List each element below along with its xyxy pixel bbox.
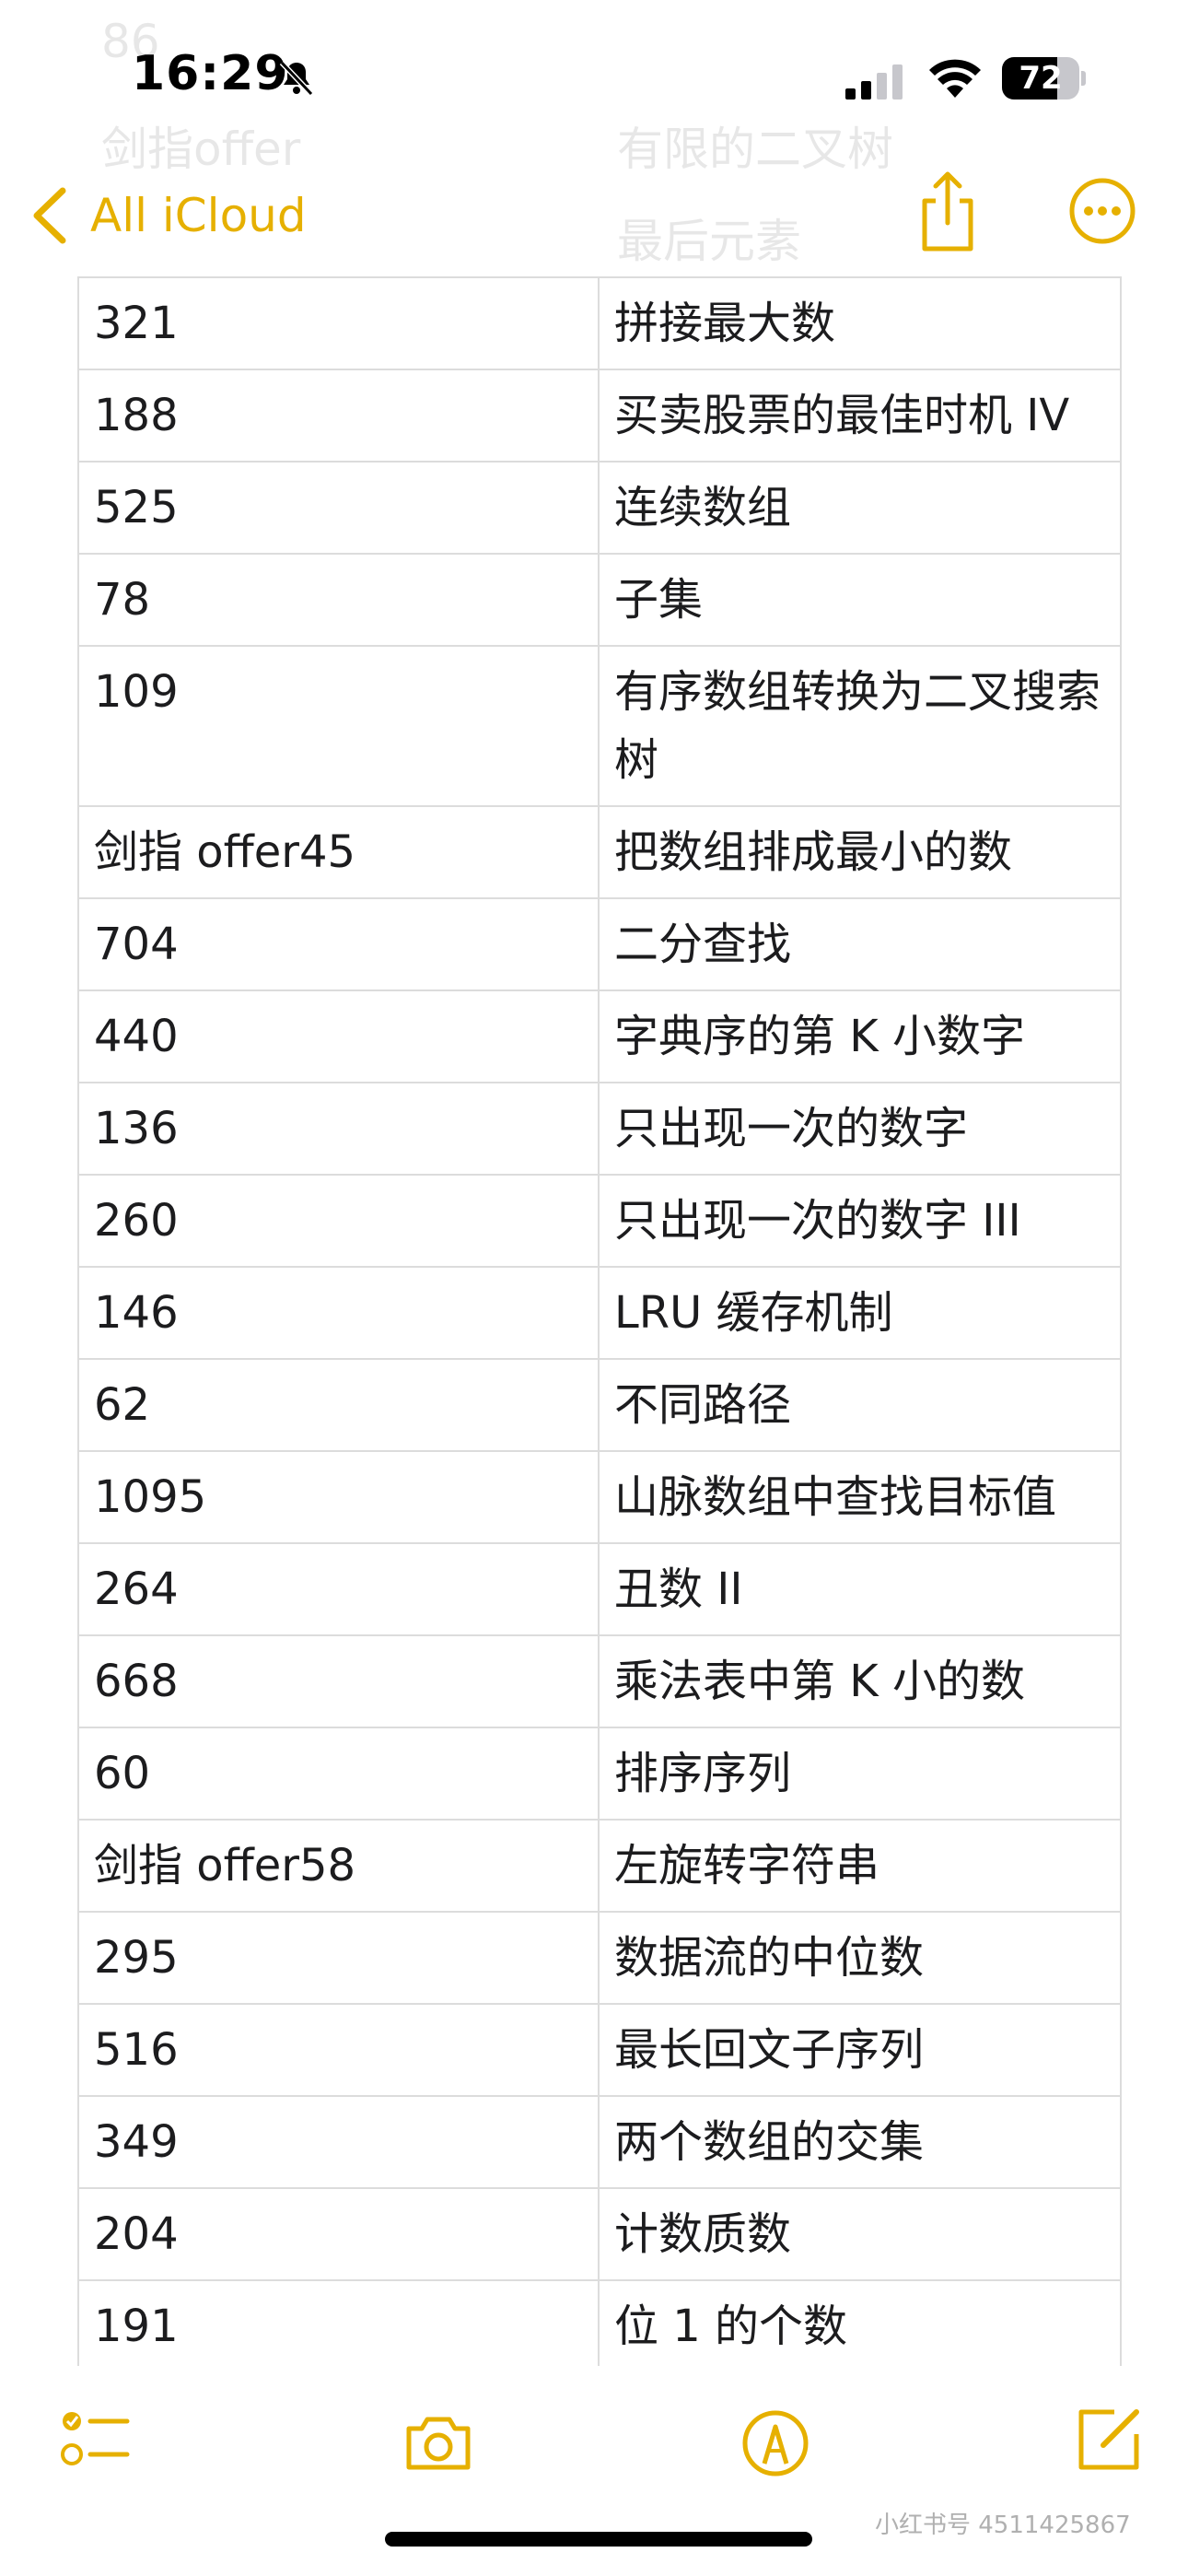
problem-number-cell[interactable]: 704 bbox=[77, 897, 600, 991]
problem-title-cell[interactable]: 拼接最大数 bbox=[597, 276, 1122, 370]
problem-number-cell[interactable]: 668 bbox=[77, 1634, 600, 1728]
problem-title-cell[interactable]: LRU 缓存机制 bbox=[597, 1266, 1122, 1360]
battery-indicator: 72 bbox=[1002, 57, 1087, 100]
problem-title-cell[interactable]: 字典序的第 K 小数字 bbox=[597, 989, 1122, 1083]
problem-title-cell[interactable]: 二分查找 bbox=[597, 897, 1122, 991]
problem-title-cell[interactable]: 计数质数 bbox=[597, 2187, 1122, 2281]
ghost-text: 86 bbox=[101, 15, 160, 68]
table-row[interactable]: 264 丑数 II bbox=[77, 1542, 1122, 1636]
table-row[interactable]: 136 只出现一次的数字 bbox=[77, 1082, 1122, 1176]
table-row[interactable]: 704 二分查找 bbox=[77, 897, 1122, 991]
camera-icon[interactable] bbox=[402, 2406, 475, 2480]
problem-title-cell[interactable]: 左旋转字符串 bbox=[597, 1819, 1122, 1913]
problem-number-cell[interactable]: 109 bbox=[77, 645, 600, 807]
cellular-signal-icon bbox=[845, 64, 903, 100]
table-row[interactable]: 1095 山脉数组中查找目标值 bbox=[77, 1450, 1122, 1544]
table-row[interactable]: 668 乘法表中第 K 小的数 bbox=[77, 1634, 1122, 1728]
problem-number-cell[interactable]: 264 bbox=[77, 1542, 600, 1636]
table-row[interactable]: 146 LRU 缓存机制 bbox=[77, 1266, 1122, 1360]
markup-icon[interactable] bbox=[739, 2406, 812, 2480]
problem-title-cell[interactable]: 把数组排成最小的数 bbox=[597, 805, 1122, 899]
problem-number-cell[interactable]: 136 bbox=[77, 1082, 600, 1176]
compose-icon[interactable] bbox=[1072, 2403, 1146, 2476]
note-table: 321 拼接最大数 188 买卖股票的最佳时机 IV 525 连续数组 78 子集 109 有序数… bbox=[77, 276, 1122, 2366]
problem-number-cell[interactable]: 440 bbox=[77, 989, 600, 1083]
problem-title-cell[interactable]: 乘法表中第 K 小的数 bbox=[597, 1634, 1122, 1728]
problem-title-cell[interactable]: 位 1 的个数 bbox=[597, 2279, 1122, 2366]
problem-title-cell[interactable]: 只出现一次的数字 III bbox=[597, 1174, 1122, 1268]
problem-number-cell[interactable]: 516 bbox=[77, 2003, 600, 2097]
problem-number-cell[interactable]: 188 bbox=[77, 369, 600, 463]
watermark: 小红书号 4511425867 bbox=[875, 2512, 1131, 2539]
problem-number-cell[interactable]: 62 bbox=[77, 1358, 600, 1452]
table-row[interactable]: 295 数据流的中位数 bbox=[77, 1911, 1122, 2005]
problem-number-cell[interactable]: 78 bbox=[77, 553, 600, 647]
share-icon[interactable] bbox=[917, 168, 978, 256]
problem-title-cell[interactable]: 不同路径 bbox=[597, 1358, 1122, 1452]
back-button[interactable]: All iCloud bbox=[29, 179, 307, 252]
problem-title-cell[interactable]: 买卖股票的最佳时机 IV bbox=[597, 369, 1122, 463]
problem-title-cell[interactable]: 连续数组 bbox=[597, 461, 1122, 555]
table-row[interactable]: 109 有序数组转换为二叉搜索树 bbox=[77, 645, 1122, 807]
problem-title-cell[interactable]: 有序数组转换为二叉搜索树 bbox=[597, 645, 1122, 807]
table-row[interactable]: 188 买卖股票的最佳时机 IV bbox=[77, 369, 1122, 463]
problem-title-cell[interactable]: 只出现一次的数字 bbox=[597, 1082, 1122, 1176]
checklist-icon[interactable] bbox=[59, 2406, 133, 2480]
silent-bell-icon bbox=[279, 60, 314, 97]
table-row[interactable]: 525 连续数组 bbox=[77, 461, 1122, 555]
navigation-bar: All iCloud bbox=[0, 157, 1188, 276]
table-row[interactable]: 260 只出现一次的数字 III bbox=[77, 1174, 1122, 1268]
problem-number-cell[interactable]: 349 bbox=[77, 2095, 600, 2189]
table-row[interactable]: 62 不同路径 bbox=[77, 1358, 1122, 1452]
table-row[interactable]: 78 子集 bbox=[77, 553, 1122, 647]
problem-title-cell[interactable]: 数据流的中位数 bbox=[597, 1911, 1122, 2005]
problem-number-cell[interactable]: 1095 bbox=[77, 1450, 600, 1544]
problem-title-cell[interactable]: 排序序列 bbox=[597, 1727, 1122, 1821]
table-row[interactable]: 440 字典序的第 K 小数字 bbox=[77, 989, 1122, 1083]
problem-number-cell[interactable]: 295 bbox=[77, 1911, 600, 2005]
table-row[interactable]: 191 位 1 的个数 bbox=[77, 2279, 1122, 2366]
note-table-container[interactable]: 321 拼接最大数 188 买卖股票的最佳时机 IV 525 连续数组 78 子集 109 有序数… bbox=[77, 276, 1122, 2366]
problem-title-cell[interactable]: 最长回文子序列 bbox=[597, 2003, 1122, 2097]
problem-number-cell[interactable]: 剑指 offer58 bbox=[77, 1819, 600, 1913]
problem-number-cell[interactable]: 191 bbox=[77, 2279, 600, 2366]
problem-number-cell[interactable]: 321 bbox=[77, 276, 600, 370]
problem-number-cell[interactable]: 60 bbox=[77, 1727, 600, 1821]
wifi-icon bbox=[929, 59, 981, 98]
problem-title-cell[interactable]: 两个数组的交集 bbox=[597, 2095, 1122, 2189]
problem-number-cell[interactable]: 剑指 offer45 bbox=[77, 805, 600, 899]
table-row[interactable]: 204 计数质数 bbox=[77, 2187, 1122, 2281]
back-label: All iCloud bbox=[90, 189, 307, 242]
table-row[interactable]: 321 拼接最大数 bbox=[77, 276, 1122, 370]
table-row[interactable]: 349 两个数组的交集 bbox=[77, 2095, 1122, 2189]
problem-title-cell[interactable]: 子集 bbox=[597, 553, 1122, 647]
table-row[interactable]: 516 最长回文子序列 bbox=[77, 2003, 1122, 2097]
problem-title-cell[interactable]: 山脉数组中查找目标值 bbox=[597, 1450, 1122, 1544]
problem-number-cell[interactable]: 260 bbox=[77, 1174, 600, 1268]
problem-number-cell[interactable]: 525 bbox=[77, 461, 600, 555]
table-row[interactable]: 剑指 offer45 把数组排成最小的数 bbox=[77, 805, 1122, 899]
home-indicator[interactable] bbox=[385, 2532, 812, 2547]
more-options-icon[interactable] bbox=[1068, 177, 1136, 245]
battery-percent: 72 bbox=[1019, 60, 1063, 97]
table-row[interactable]: 剑指 offer58 左旋转字符串 bbox=[77, 1819, 1122, 1913]
chevron-left-icon bbox=[33, 187, 66, 244]
problem-number-cell[interactable]: 204 bbox=[77, 2187, 600, 2281]
table-row[interactable]: 60 排序序列 bbox=[77, 1727, 1122, 1821]
problem-number-cell[interactable]: 146 bbox=[77, 1266, 600, 1360]
problem-title-cell[interactable]: 丑数 II bbox=[597, 1542, 1122, 1636]
